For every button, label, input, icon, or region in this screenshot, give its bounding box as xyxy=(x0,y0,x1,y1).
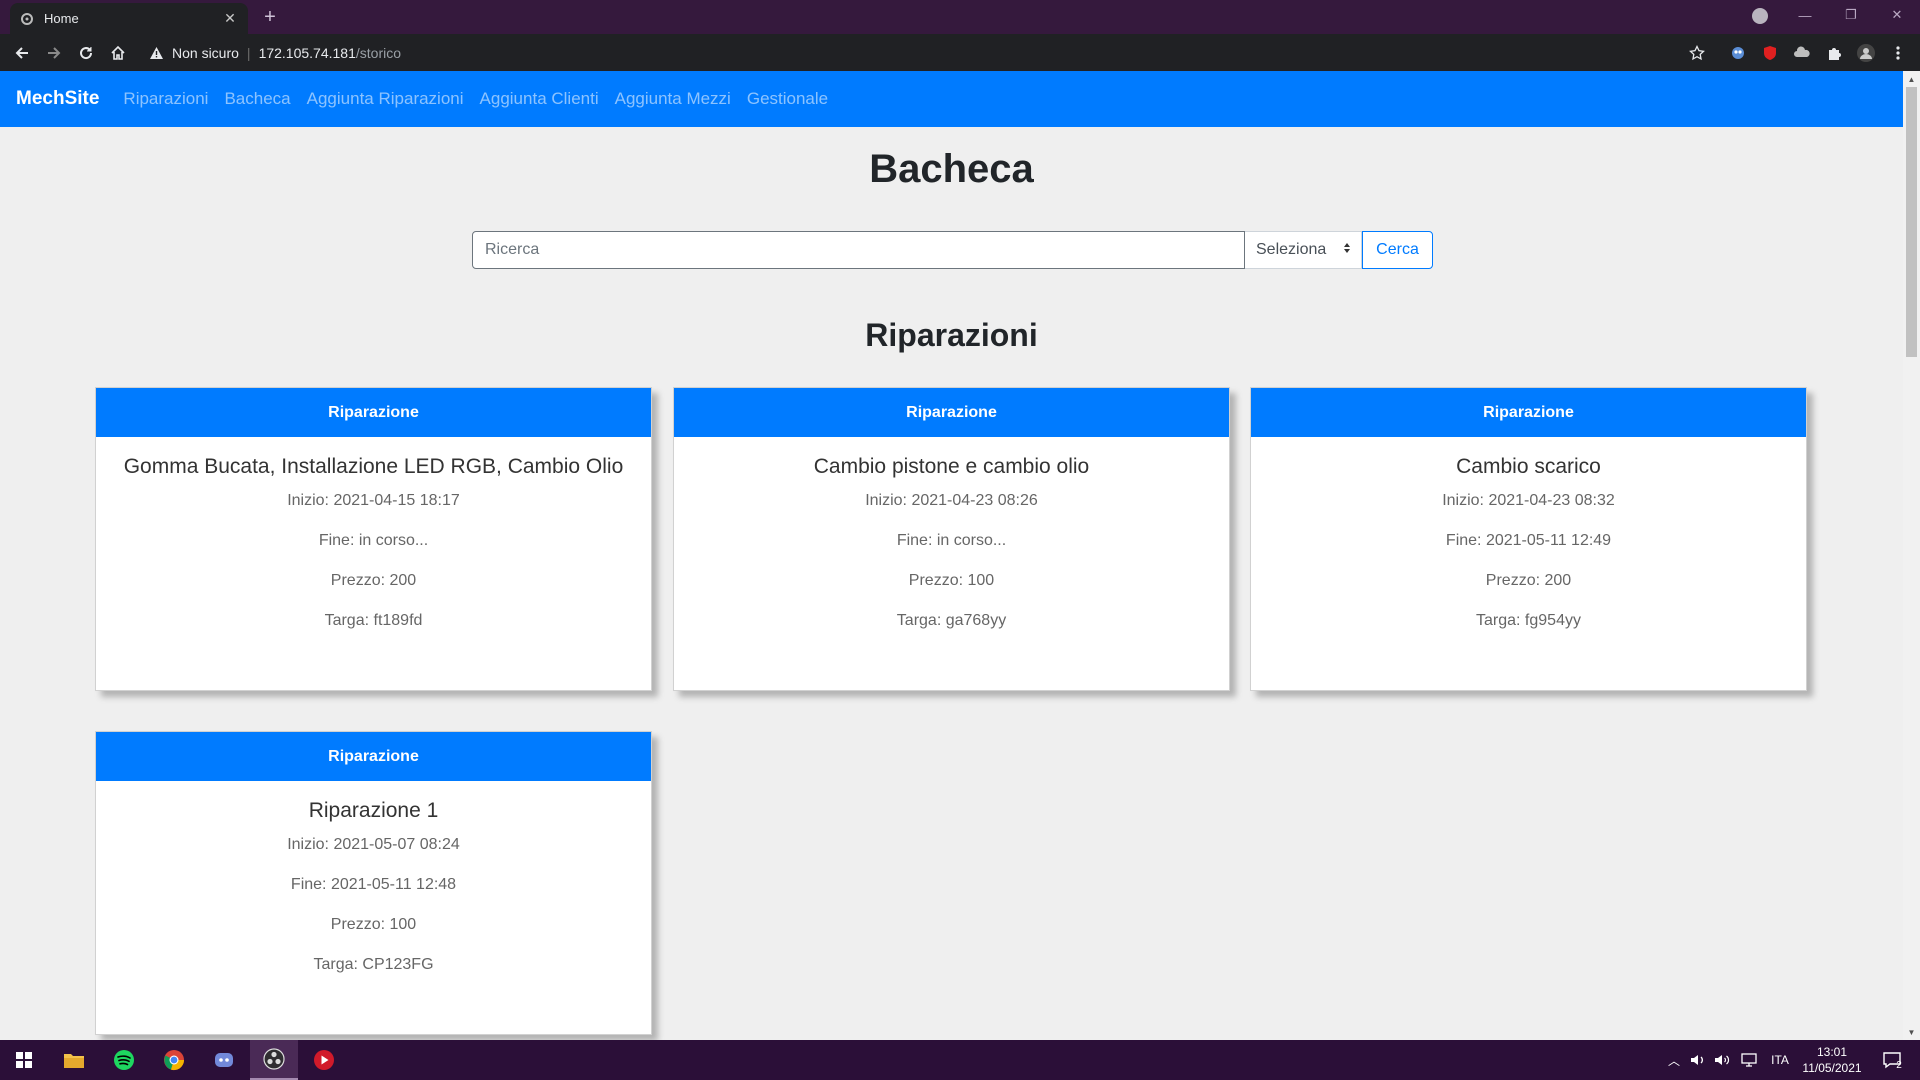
close-tab-icon[interactable]: ✕ xyxy=(222,10,238,27)
search-select-value: Seleziona xyxy=(1256,241,1327,258)
speaker-icon[interactable] xyxy=(1688,1040,1708,1080)
reload-icon[interactable] xyxy=(72,39,100,67)
card-body: Riparazione 1 Inizio: 2021-05-07 08:24 F… xyxy=(96,781,651,975)
card-price: Prezzo: 200 xyxy=(330,572,417,589)
card-header: Riparazione xyxy=(674,388,1229,437)
spotify-icon[interactable] xyxy=(100,1040,148,1080)
browser-tabstrip: Home ✕ + — ❐ ✕ xyxy=(0,0,1920,34)
search-button[interactable]: Cerca xyxy=(1362,231,1433,269)
card-plate: Targa: fg954yy xyxy=(1476,612,1581,629)
card-start: Inizio: 2021-05-07 08:24 xyxy=(287,836,460,853)
card-body: Gomma Bucata, Installazione LED RGB, Cam… xyxy=(96,437,651,631)
media-player-icon[interactable] xyxy=(300,1040,348,1080)
nav-link-gestionale[interactable]: Gestionale xyxy=(747,89,828,109)
nav-link-aggiunta-mezzi[interactable]: Aggiunta Mezzi xyxy=(615,89,731,109)
extension-owl-icon[interactable] xyxy=(1728,43,1748,63)
card-header: Riparazione xyxy=(96,388,651,437)
site-favicon-icon xyxy=(20,12,34,26)
url-host: 172.105.74.181 xyxy=(258,44,356,61)
section-title: Riparazioni xyxy=(865,317,1038,353)
card-end: Fine: 2021-05-11 12:48 xyxy=(290,876,457,893)
url-separator: | xyxy=(246,44,251,61)
card-plate: Targa: CP123FG xyxy=(313,956,434,973)
forward-icon[interactable] xyxy=(40,39,68,67)
search-input[interactable]: Ricerca xyxy=(472,231,1245,269)
extension-shield-icon[interactable] xyxy=(1760,43,1780,63)
clock-date: 11/05/2021 xyxy=(1802,1061,1862,1075)
security-label: Non sicuro xyxy=(172,44,239,61)
chrome-icon[interactable] xyxy=(150,1040,198,1080)
back-icon[interactable] xyxy=(8,39,36,67)
site-navbar: MechSite Riparazioni Bacheca Aggiunta Ri… xyxy=(0,71,1903,127)
card-plate: Targa: ga768yy xyxy=(896,612,1007,629)
card-end: Fine: in corso... xyxy=(318,532,429,549)
bookmark-star-icon[interactable] xyxy=(1687,43,1707,63)
card-title: Gomma Bucata, Installazione LED RGB, Cam… xyxy=(123,455,624,478)
windows-start-icon[interactable] xyxy=(0,1040,48,1080)
volume-icon[interactable] xyxy=(1712,1040,1732,1080)
card-price: Prezzo: 100 xyxy=(908,572,995,589)
card-start: Inizio: 2021-04-23 08:32 xyxy=(1442,492,1615,509)
language-indicator[interactable]: ITA xyxy=(1766,1040,1794,1080)
card-header: Riparazione xyxy=(96,732,651,781)
home-icon[interactable] xyxy=(104,39,132,67)
nav-link-bacheca[interactable]: Bacheca xyxy=(224,89,290,109)
notifications-icon[interactable]: 2 xyxy=(1874,1040,1910,1080)
select-arrows-icon xyxy=(1343,241,1351,259)
file-explorer-icon[interactable] xyxy=(50,1040,98,1080)
card-end: Fine: 2021-05-11 12:49 xyxy=(1445,532,1612,549)
brand-logo[interactable]: MechSite xyxy=(16,88,99,110)
tray-expand-icon[interactable]: ︿ xyxy=(1664,1040,1684,1080)
card-body: Cambio scarico Inizio: 2021-04-23 08:32 … xyxy=(1251,437,1806,631)
repair-card[interactable]: Riparazione Cambio pistone e cambio olio… xyxy=(673,387,1230,691)
page-title: Bacheca xyxy=(869,147,1034,191)
restore-icon[interactable]: ❐ xyxy=(1828,0,1874,30)
nav-link-riparazioni[interactable]: Riparazioni xyxy=(123,89,208,109)
notification-count: 2 xyxy=(1896,1059,1902,1071)
card-price: Prezzo: 100 xyxy=(330,916,417,933)
card-start: Inizio: 2021-04-23 08:26 xyxy=(865,492,1038,509)
repair-card[interactable]: Riparazione Gomma Bucata, Installazione … xyxy=(95,387,652,691)
nav-link-aggiunta-riparazioni[interactable]: Aggiunta Riparazioni xyxy=(307,89,464,109)
discord-icon[interactable] xyxy=(200,1040,248,1080)
new-tab-button[interactable]: + xyxy=(258,5,282,29)
menu-kebab-icon[interactable] xyxy=(1888,43,1908,63)
card-title: Cambio scarico xyxy=(1456,455,1601,478)
card-end: Fine: in corso... xyxy=(896,532,1007,549)
network-icon[interactable] xyxy=(1738,1040,1760,1080)
browser-toolbar: Non sicuro | 172.105.74.181 /storico xyxy=(0,34,1920,71)
system-clock[interactable]: 13:01 11/05/2021 xyxy=(1798,1044,1866,1076)
profile-avatar[interactable] xyxy=(1856,43,1876,63)
scroll-down-icon[interactable]: ▼ xyxy=(1903,1024,1920,1040)
card-header: Riparazione xyxy=(1251,388,1806,437)
repair-card[interactable]: Riparazione Cambio scarico Inizio: 2021-… xyxy=(1250,387,1807,691)
scroll-up-icon[interactable]: ▲ xyxy=(1903,71,1920,87)
obs-icon[interactable] xyxy=(250,1040,298,1080)
main-content: Bacheca Ricerca Seleziona Cerca Riparazi… xyxy=(0,127,1903,1040)
tab-search-icon[interactable] xyxy=(1752,8,1768,24)
card-price: Prezzo: 200 xyxy=(1485,572,1572,589)
window-close-icon[interactable]: ✕ xyxy=(1874,0,1920,30)
warning-icon[interactable] xyxy=(149,46,164,60)
clock-time: 13:01 xyxy=(1816,1045,1848,1059)
url-path: /storico xyxy=(355,44,402,61)
repair-card[interactable]: Riparazione Riparazione 1 Inizio: 2021-0… xyxy=(95,731,652,1035)
scrollbar-thumb[interactable] xyxy=(1906,87,1917,357)
card-start: Inizio: 2021-04-15 18:17 xyxy=(287,492,460,509)
extension-cloud-icon[interactable] xyxy=(1792,43,1812,63)
minimize-icon[interactable]: — xyxy=(1782,0,1828,30)
search-form: Ricerca Seleziona Cerca xyxy=(472,231,1433,269)
card-body: Cambio pistone e cambio olio Inizio: 202… xyxy=(674,437,1229,631)
card-plate: Targa: ft189fd xyxy=(324,612,423,629)
windows-taskbar: ︿ ITA 13:01 11/05/2021 2 xyxy=(0,1040,1920,1080)
search-select[interactable]: Seleziona xyxy=(1245,231,1362,269)
extensions-puzzle-icon[interactable] xyxy=(1824,43,1844,63)
nav-link-aggiunta-clienti[interactable]: Aggiunta Clienti xyxy=(480,89,599,109)
card-title: Riparazione 1 xyxy=(308,799,439,822)
tab-title: Home xyxy=(44,11,79,26)
address-bar[interactable]: Non sicuro | 172.105.74.181 /storico xyxy=(140,37,1705,68)
card-title: Cambio pistone e cambio olio xyxy=(813,455,1090,478)
browser-tab[interactable]: Home ✕ xyxy=(10,3,248,34)
